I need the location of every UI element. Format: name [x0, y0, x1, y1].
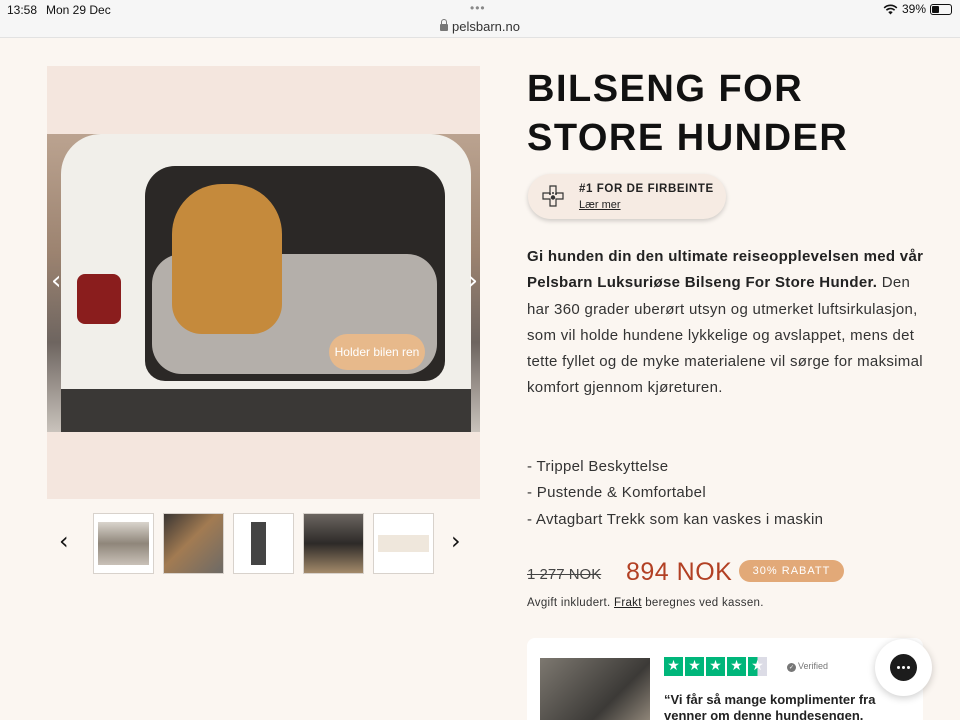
old-price: 1 277 NOK: [527, 566, 602, 583]
battery-percent: 39%: [901, 2, 926, 16]
feature-item: - Avtagbart Trekk som kan vaskes i maski…: [527, 510, 824, 528]
url-text: pelsbarn.no: [452, 19, 520, 34]
star-rating: ★ ★ ★ ★ ★: [664, 657, 767, 676]
wifi-icon: [883, 4, 898, 14]
address-bar[interactable]: pelsbarn.no: [0, 19, 960, 34]
paw-plus-icon: [542, 185, 564, 207]
product-title-line1: BILSENG FOR: [527, 68, 804, 110]
tax-note-text-end: beregnes ved kassen.: [641, 597, 764, 609]
product-title-line2: STORE HUNDER: [527, 117, 849, 159]
status-time: 13:58: [7, 3, 38, 17]
sale-price: 894 NOK: [626, 558, 733, 586]
thumbnail[interactable]: [233, 513, 294, 574]
discount-badge: 30% RABATT: [739, 560, 844, 582]
tax-note: Avgift inkludert. Frakt beregnes ved kas…: [527, 597, 764, 609]
feature-item: - Pustende & Komfortabel: [527, 484, 706, 502]
learn-more-link[interactable]: Lær mer: [579, 199, 621, 211]
thumbnail-next-chevron-icon[interactable]: ›: [451, 527, 461, 555]
image-next-chevron-icon[interactable]: ›: [468, 266, 478, 296]
firbeinte-badge[interactable]: #1 FOR DE FIRBEINTE Lær mer: [528, 174, 726, 219]
price-row: 1 277 NOK 894 NOK 30% RABATT: [527, 558, 927, 588]
thumbnail[interactable]: [163, 513, 224, 574]
feature-list: - Trippel Beskyttelse - Pustende & Komfo…: [527, 454, 927, 533]
product-photo: Holder bilen ren: [47, 134, 480, 432]
feature-item: - Trippel Beskyttelse: [527, 458, 669, 475]
review-quote: “Vi får så mange komplimenter fra venner…: [664, 692, 876, 720]
thumbnail[interactable]: [373, 513, 434, 574]
review-photo: [540, 658, 650, 720]
status-bar: 13:58 Mon 29 Dec ••• pelsbarn.no 39%: [0, 0, 960, 38]
check-icon: ✓: [787, 663, 796, 672]
thumbnail-strip: ‹ ›: [47, 513, 480, 575]
star-icon: ★: [706, 657, 725, 676]
thumbnail[interactable]: [93, 513, 154, 574]
chat-bubble-icon: [890, 654, 917, 681]
more-dots-icon[interactable]: •••: [470, 1, 486, 15]
thumbnail-prev-chevron-icon[interactable]: ‹: [59, 527, 69, 555]
status-date: Mon 29 Dec: [46, 3, 111, 17]
battery-icon: [930, 3, 952, 15]
image-prev-chevron-icon[interactable]: ‹: [51, 266, 61, 296]
product-description: Gi hunden din den ultimate reiseopplevel…: [527, 244, 927, 402]
chat-button[interactable]: [875, 639, 932, 696]
tax-note-text: Avgift inkludert.: [527, 597, 615, 609]
description-text: Den har 360 grader uberørt utsyn og utme…: [527, 274, 923, 397]
star-icon: ★: [727, 657, 746, 676]
verified-label: ✓ Verified: [787, 661, 828, 672]
verified-text: Verified: [798, 661, 829, 671]
review-card: ★ ★ ★ ★ ★ ✓ Verified “Vi får så mange kom…: [527, 638, 923, 720]
status-indicators: 39%: [883, 2, 952, 16]
description-bold: Gi hunden din den ultimate reiseopplevel…: [527, 248, 924, 292]
star-icon: ★: [685, 657, 704, 676]
star-icon: ★: [664, 657, 683, 676]
lock-icon: [440, 19, 449, 31]
shipping-link[interactable]: Frakt: [614, 597, 642, 609]
thumbnail[interactable]: [303, 513, 364, 574]
badge-title: #1 FOR DE FIRBEINTE: [579, 183, 714, 195]
product-main-image[interactable]: Holder bilen ren ‹ ›: [47, 66, 480, 499]
product-title: BILSENG FOR STORE HUNDER: [527, 65, 947, 163]
image-caption-pill: Holder bilen ren: [329, 334, 425, 370]
half-star-icon: ★: [748, 657, 767, 676]
